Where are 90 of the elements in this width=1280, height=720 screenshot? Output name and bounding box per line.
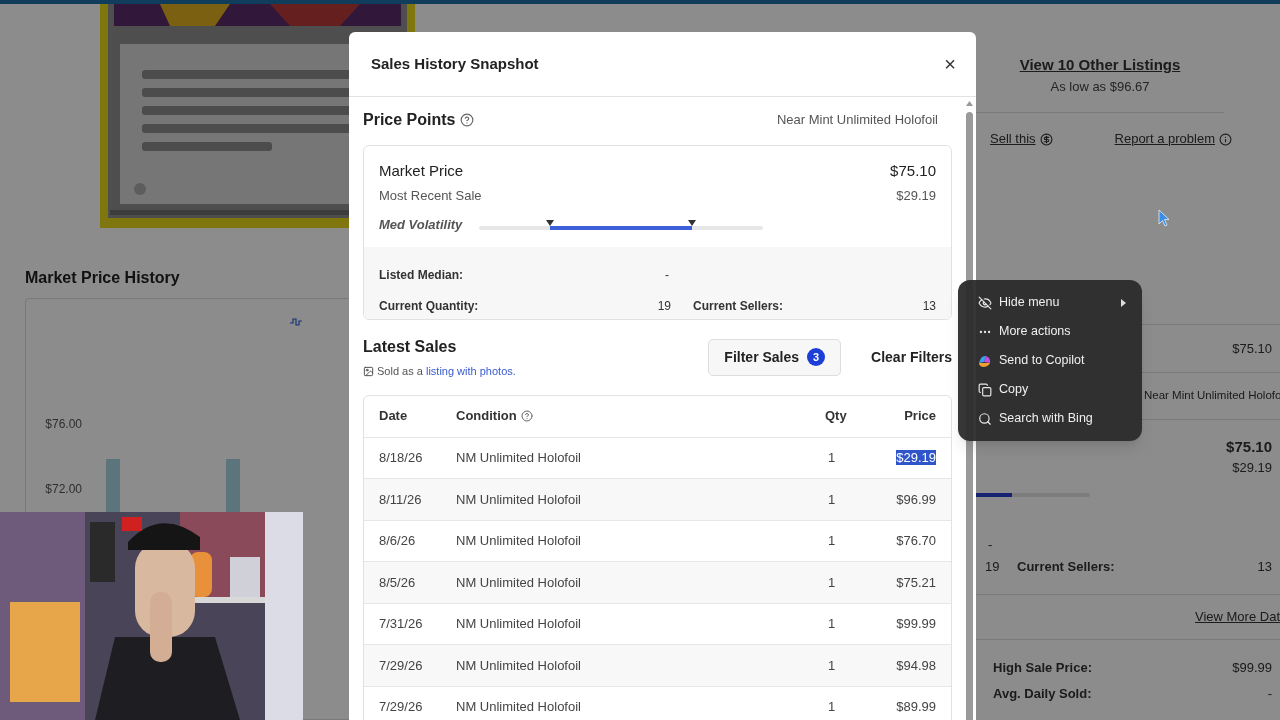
- stat-value: 13: [922, 297, 936, 315]
- stat-value: 19: [657, 297, 671, 315]
- axis-label: $72.00: [45, 481, 82, 498]
- quantity-value: 19: [985, 558, 1001, 576]
- help-icon: [460, 113, 475, 127]
- table-cell-text: 8/6/26: [378, 532, 416, 550]
- table-cell-text: 1: [827, 449, 836, 467]
- table-cell-text: 8/5/26: [378, 573, 416, 592]
- section-heading: Price Points: [363, 110, 456, 130]
- modal-title: Sales History Snapshot: [371, 53, 539, 74]
- sellers-value: 13: [1257, 558, 1272, 576]
- count-badge: 3: [807, 348, 826, 367]
- table-cell-text: 7/29/26: [378, 698, 423, 716]
- table-cell: $76.70: [896, 533, 936, 548]
- price-value: $75.10: [1232, 339, 1272, 358]
- section-heading: Market Price History: [25, 269, 180, 286]
- image-icon: [363, 365, 374, 377]
- menu-item[interactable]: Search with Bing: [958, 404, 1142, 433]
- legend-icon: [290, 317, 302, 327]
- table-cell: $96.99: [896, 491, 936, 507]
- table-cell-text: NM Unlimited Holofoil: [456, 449, 581, 467]
- condition-text: Near Mint Unlimited Holofoil: [776, 111, 939, 130]
- table-cell-text: 1: [827, 698, 836, 716]
- table-cell-text: NM Unlimited Holofoil: [456, 615, 581, 633]
- stat-label: Avg. Daily Sold:: [993, 684, 1092, 703]
- table-cell: $89.99: [896, 699, 936, 714]
- menu-item[interactable]: Hide menu: [958, 288, 1142, 317]
- volatility-label: Med Volatility: [379, 216, 464, 234]
- action-link[interactable]: Report a problem: [1114, 129, 1215, 149]
- info-icon: [1219, 132, 1232, 146]
- listings-link[interactable]: View 10 Other Listings: [1019, 54, 1181, 77]
- price-value: $75.10: [890, 161, 936, 181]
- table-cell-text: 1: [827, 573, 836, 592]
- column-header: Date: [378, 407, 408, 426]
- help-icon: [520, 410, 533, 422]
- photos-link[interactable]: listing with photos.: [425, 365, 516, 377]
- submenu-arrow-icon: [1121, 298, 1126, 307]
- table-cell-text: 7/29/26: [378, 656, 423, 675]
- dollar-icon: [1039, 132, 1053, 146]
- section-heading: Latest Sales: [363, 337, 458, 357]
- menu-item[interactable]: Send to Copilot: [958, 346, 1142, 375]
- sellers-label: Current Sellers:: [1017, 558, 1116, 576]
- table-cell: $99.99: [896, 616, 936, 631]
- table-cell-text: NM Unlimited Holofoil: [456, 698, 581, 716]
- table-cell-text: NM Unlimited Holofoil: [456, 573, 581, 592]
- menu-item[interactable]: Copy: [958, 375, 1142, 404]
- scroll-up-icon: [965, 101, 973, 106]
- stat-label: Listed Median:: [379, 267, 463, 284]
- stat-value: -: [665, 267, 669, 284]
- copilot-icon: [978, 353, 992, 368]
- price-label: Market Price: [379, 161, 464, 181]
- clear-filters-button[interactable]: Clear Filters: [871, 346, 952, 368]
- table-cell-text: 7/31/26: [378, 615, 423, 633]
- table-cell-text: 1: [827, 532, 836, 550]
- photos-note: Sold as a listing with photos.: [377, 364, 516, 379]
- table-cell-text: 1: [827, 656, 836, 675]
- table-cell-text: NM Unlimited Holofoil: [456, 656, 581, 675]
- table-cell-text: NM Unlimited Holofoil: [456, 532, 581, 550]
- table-cell-text: NM Unlimited Holofoil: [456, 490, 581, 509]
- stat-value: -: [1267, 684, 1272, 703]
- stat-label: Current Quantity:: [379, 297, 479, 315]
- copy-icon: [978, 382, 992, 397]
- hidden-eye-icon: [978, 295, 992, 310]
- column-header: Price: [904, 407, 937, 426]
- table-cell-text: 1: [827, 615, 836, 633]
- stat-label: Current Sellers:: [693, 297, 784, 315]
- axis-label: $76.00: [45, 416, 82, 433]
- menu-item[interactable]: More actions: [958, 317, 1142, 346]
- table-cell-text: 1: [827, 490, 836, 509]
- pointer-icon: [1158, 209, 1170, 227]
- table-cell-text: 8/18/26: [378, 449, 423, 467]
- stat-value: $99.99: [1232, 659, 1272, 677]
- table-cell: $94.98: [896, 657, 936, 673]
- low-price-text: As low as $96.67: [1050, 77, 1150, 96]
- recent-sale-value: $29.19: [1232, 459, 1272, 477]
- listed-median-value: -: [988, 537, 993, 552]
- close-button[interactable]: ×: [944, 54, 956, 74]
- search-icon: [978, 411, 992, 426]
- action-link[interactable]: Sell this: [990, 129, 1036, 149]
- view-more-link[interactable]: View More Dat: [1195, 607, 1280, 627]
- stat-label: High Sale Price:: [993, 659, 1092, 677]
- table-cell: $29.19: [896, 450, 936, 465]
- column-header: Qty: [825, 407, 847, 426]
- price-label: Most Recent Sale: [379, 186, 482, 205]
- table-cell-text: 8/11/26: [378, 490, 422, 509]
- price-value: $29.19: [896, 186, 936, 205]
- table-cell: $75.21: [896, 574, 936, 590]
- column-header: Condition: [456, 407, 517, 426]
- market-price-value: $75.10: [1226, 437, 1272, 456]
- filter-sales-button[interactable]: Filter Sales 3: [708, 338, 842, 376]
